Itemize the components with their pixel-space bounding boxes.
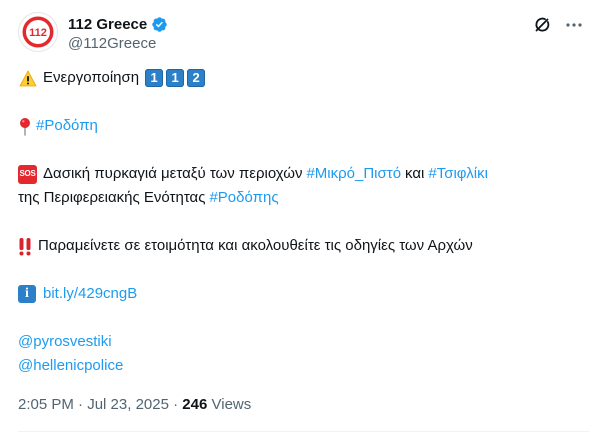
line-location: #Ροδόπη — [18, 116, 98, 136]
tweet-header: 112 112 Greece @112Greece — [18, 12, 589, 56]
warning-icon — [18, 69, 37, 88]
line-mention-1: @pyrosvestiki — [18, 332, 112, 352]
views-count: 246 — [182, 396, 208, 413]
hashtag-rodopis[interactable]: #Ροδόπης — [209, 188, 278, 208]
instructions-text: Παραμείνετε σε ετοιμότητα και ακολουθείτ… — [38, 237, 473, 254]
conjunction-text: και — [405, 165, 425, 182]
author-display-name[interactable]: 112 Greece — [68, 16, 168, 33]
divider — [18, 431, 589, 432]
avatar-text: 112 — [29, 27, 47, 39]
hashtag-rodopi[interactable]: #Ροδόπη — [36, 116, 98, 136]
verified-badge-icon — [152, 17, 168, 32]
region-text: της Περιφερειακής Ενότητας — [18, 189, 206, 206]
tweet-metadata: 2:05 PM · Jul 23, 2025 · 246 Views — [18, 396, 251, 413]
information-icon: i — [18, 285, 36, 303]
display-name-text[interactable]: 112 Greece — [68, 16, 147, 33]
keycap-digit-1: 1 — [166, 69, 185, 87]
112-logo-icon: 112 — [22, 16, 54, 48]
views-label: Views — [211, 396, 252, 413]
author-handle[interactable]: @112Greece — [68, 35, 156, 52]
hashtag-mikro-pisto[interactable]: #Μικρό_Πιστό — [306, 164, 401, 184]
separator: · — [173, 396, 179, 413]
fire-text: Δασική πυρκαγιά μεταξύ των περιοχών — [43, 165, 303, 182]
sos-icon: SOS — [18, 164, 37, 184]
tweet-date[interactable]: Jul 23, 2025 — [87, 396, 169, 413]
more-icon[interactable] — [563, 14, 585, 36]
line-instructions: Παραμείνετε σε ετοιμότητα και ακολουθείτ… — [18, 236, 473, 256]
hashtag-tsifliki[interactable]: #Τσιφλίκι — [428, 164, 488, 184]
line-mention-2: @hellenicpolice — [18, 356, 123, 376]
line-region: της Περιφερειακής Ενότητας #Ροδόπης — [18, 188, 279, 208]
mention-pyrosvestiki[interactable]: @pyrosvestiki — [18, 332, 112, 352]
tweet-time[interactable]: 2:05 PM — [18, 396, 74, 413]
line-activation: Ενεργοποίηση 1 1 2 — [18, 68, 208, 88]
separator: · — [78, 396, 84, 413]
keycap-digit-2: 2 — [187, 69, 206, 87]
line-fire-description: SOS Δασική πυρκαγιά μεταξύ των περιοχών … — [18, 164, 488, 184]
double-exclamation-icon — [18, 237, 32, 256]
short-link[interactable]: bit.ly/429cngB — [43, 284, 137, 304]
mention-hellenicpolice[interactable]: @hellenicpolice — [18, 356, 123, 376]
keycap-digit-1: 1 — [145, 69, 164, 87]
avatar[interactable]: 112 — [18, 12, 58, 52]
activation-text: Ενεργοποίηση — [43, 69, 140, 86]
round-pushpin-icon — [18, 117, 32, 136]
grok-icon[interactable] — [531, 14, 553, 36]
line-link: i bit.ly/429cngB — [18, 284, 137, 304]
